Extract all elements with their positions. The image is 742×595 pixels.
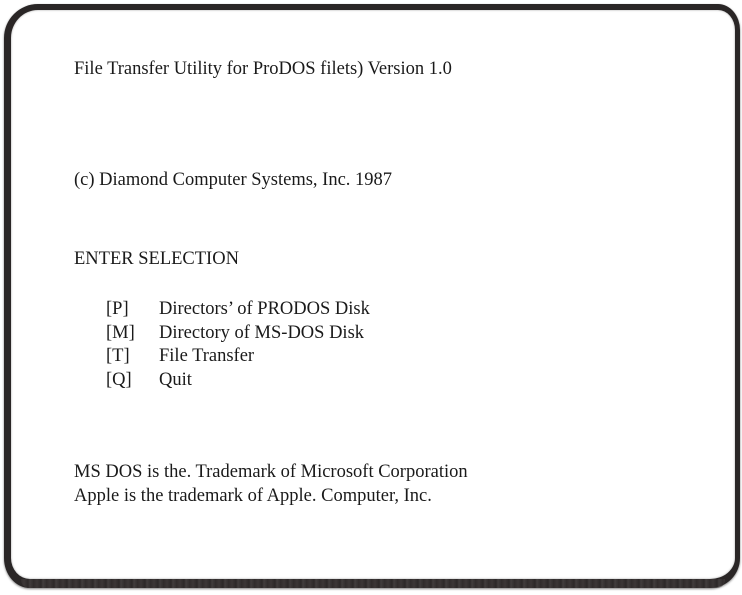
menu-key: [P] <box>106 299 129 319</box>
menu-label: Directors’ of PRODOS Disk <box>159 299 370 319</box>
monitor-bezel: File Transfer Utility for ProDOS filets)… <box>0 0 742 595</box>
menu-key: [M] <box>106 322 135 343</box>
program-title: File Transfer Utility for ProDOS filets)… <box>74 59 452 79</box>
screen-frame: File Transfer Utility for ProDOS filets)… <box>4 4 740 588</box>
main-menu: [P] Directors’ of PRODOS Disk [M] Direct… <box>106 298 370 392</box>
menu-label: File Transfer <box>159 346 255 366</box>
menu-label: Directory of MS-DOS Disk <box>159 322 365 343</box>
trademark-msdos: MS DOS is the. Trademark of Microsoft Co… <box>74 462 468 482</box>
menu-item-msdos-directory[interactable]: [M] Directory of MS-DOS Disk <box>106 322 370 346</box>
menu-label: Quit <box>159 369 192 390</box>
menu-item-file-transfer[interactable]: [T] File Transfer <box>106 345 370 369</box>
menu-key: [T] <box>106 346 130 366</box>
menu-item-quit[interactable]: [Q] Quit <box>106 369 370 393</box>
copyright-notice: (c) Diamond Computer Systems, Inc. 1987 <box>74 170 393 190</box>
trademark-apple: Apple is the trademark of Apple. Compute… <box>74 486 432 506</box>
menu-item-prodos-directory[interactable]: [P] Directors’ of PRODOS Disk <box>106 298 370 322</box>
selection-prompt: ENTER SELECTION <box>74 249 239 269</box>
terminal-screen: File Transfer Utility for ProDOS filets)… <box>11 10 735 579</box>
menu-key: [Q] <box>106 369 132 390</box>
